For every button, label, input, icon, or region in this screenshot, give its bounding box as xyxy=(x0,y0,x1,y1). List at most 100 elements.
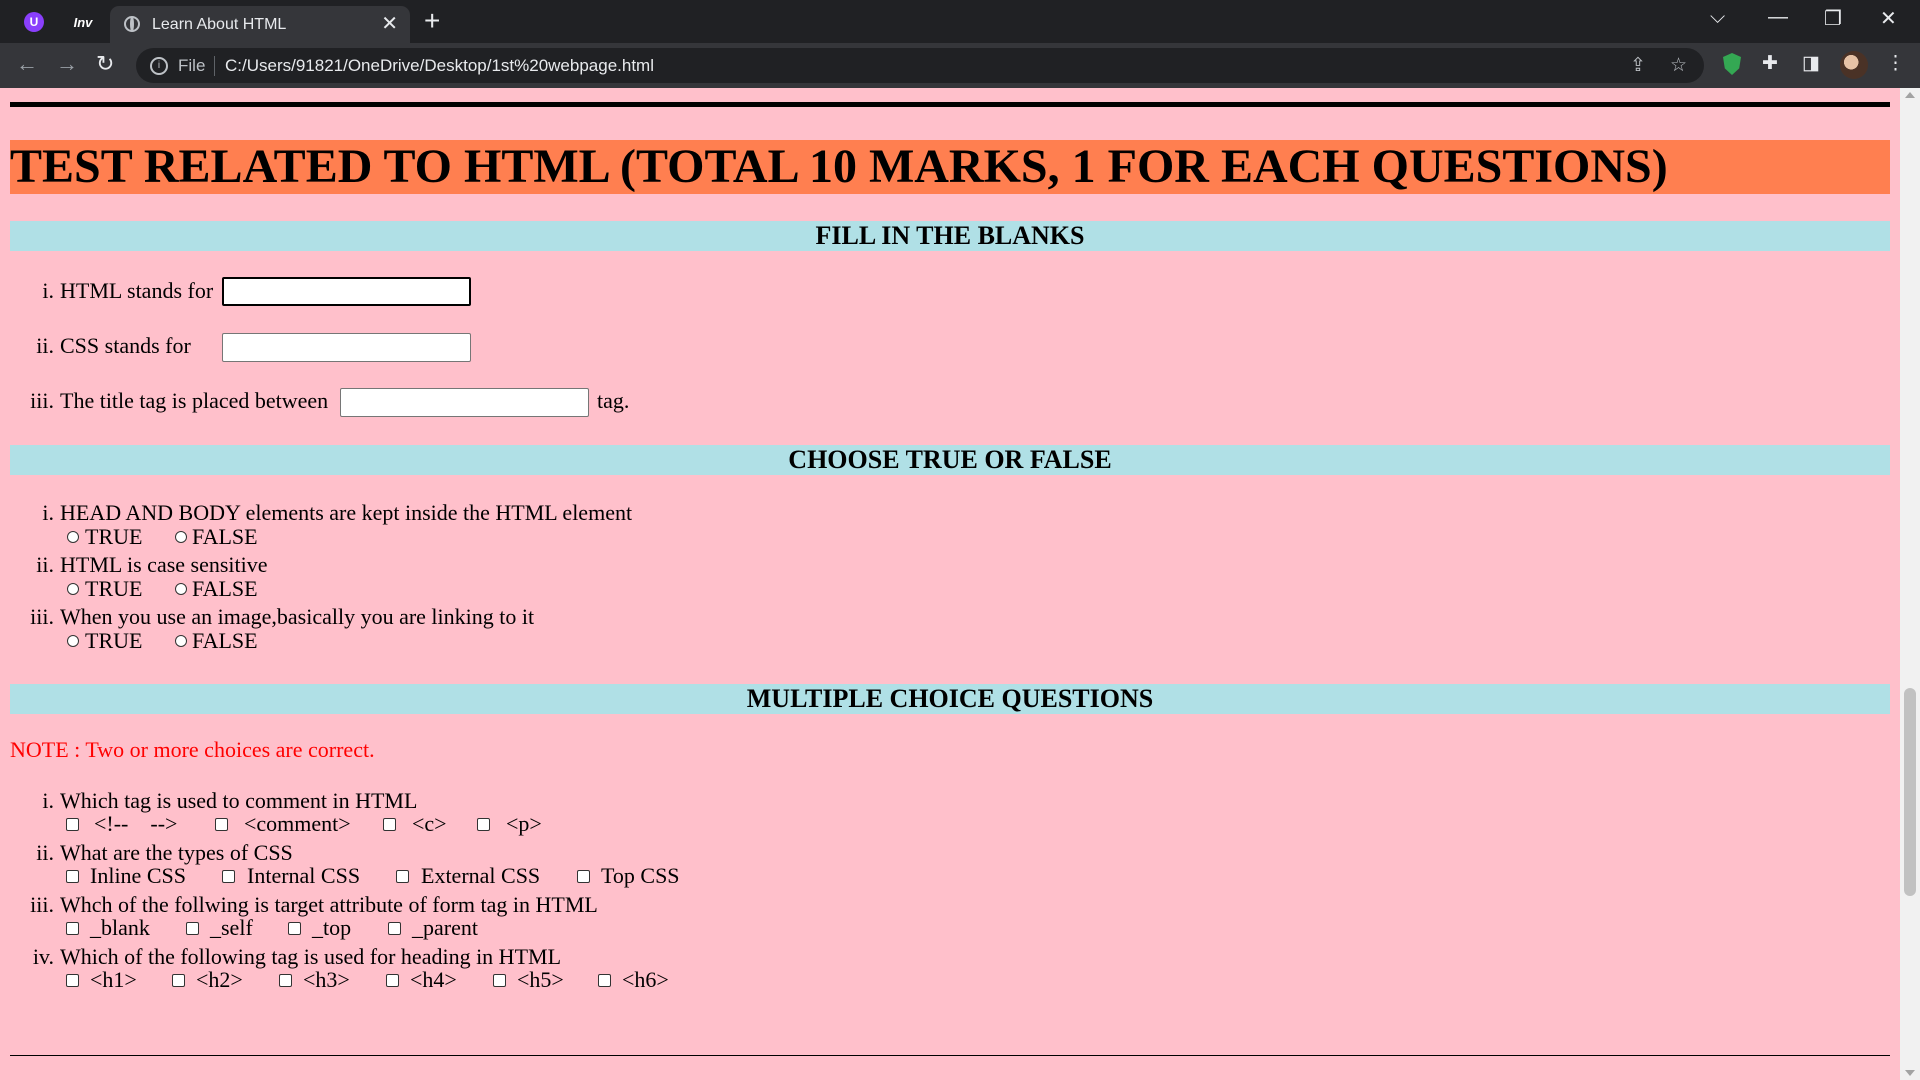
tab-bar: U Inv Learn About HTML ✕ + ⌵ — ❐ ✕ xyxy=(0,0,1920,43)
scroll-up-arrow-icon[interactable] xyxy=(1905,92,1915,98)
scrollbar-thumb[interactable] xyxy=(1904,688,1916,896)
page-content: TEST RELATED TO HTML (TOTAL 10 MARKS, 1 … xyxy=(0,88,1900,1080)
title-tag-placement-input[interactable] xyxy=(340,388,589,417)
mcq-q2-option-1-checkbox[interactable] xyxy=(66,870,79,883)
mcq-question-4: iv. Which of the following tag is used fo… xyxy=(32,944,562,969)
share-icon[interactable]: ⇪ xyxy=(1630,54,1646,77)
mcq-q1-option-4-checkbox[interactable] xyxy=(477,818,490,831)
mcq-q3-option-1-label: _blank xyxy=(90,915,150,940)
mcq-q4-option-1-checkbox[interactable] xyxy=(66,974,79,987)
new-tab-icon[interactable]: + xyxy=(424,7,440,35)
fill-question-3: iii. The title tag is placed between xyxy=(30,388,329,413)
tf-q3-true-label: TRUE xyxy=(85,628,143,653)
forward-icon[interactable]: → xyxy=(56,51,78,77)
html-stands-for-input[interactable] xyxy=(222,277,471,306)
fill-question-2: ii. CSS stands for xyxy=(36,333,191,358)
tf-q2-false-label: FALSE xyxy=(192,576,258,601)
mcq-q4-option-5-checkbox[interactable] xyxy=(493,974,506,987)
horizontal-rule-top xyxy=(10,102,1890,107)
mcq-note: NOTE : Two or more choices are correct. xyxy=(10,737,375,762)
menu-kebab-icon[interactable]: ⋮ xyxy=(1886,52,1905,75)
mcq-q4-option-2-label: <h2> xyxy=(196,967,243,992)
mcq-q3-option-2-checkbox[interactable] xyxy=(186,922,199,935)
mcq-q1-option-2-label: <comment> xyxy=(244,811,351,836)
close-tab-icon[interactable]: ✕ xyxy=(381,12,398,36)
mcq-q4-option-3-label: <h3> xyxy=(303,967,350,992)
mcq-q2-option-2-label: Internal CSS xyxy=(247,863,361,888)
profile-avatar[interactable] xyxy=(1840,51,1868,79)
mcq-q4-option-5-label: <h5> xyxy=(517,967,564,992)
browser-toolbar: ← → ↻ i File C:/Users/91821/OneDrive/Des… xyxy=(0,43,1920,88)
mcq-q2-option-2-checkbox[interactable] xyxy=(222,870,235,883)
tf-q2-false-radio[interactable] xyxy=(175,583,187,595)
tf-question-1: i. HEAD AND BODY elements are kept inside… xyxy=(42,500,633,525)
tf-question-3: iii. When you use an image,basically you … xyxy=(30,604,535,629)
tf-q3-false-radio[interactable] xyxy=(175,635,187,647)
mcq-q2-option-4-label: Top CSS xyxy=(601,863,680,888)
side-panel-icon[interactable]: ◨ xyxy=(1802,52,1820,75)
tf-question-2: ii. HTML is case sensitive xyxy=(36,552,268,577)
mcq-q1-option-2-checkbox[interactable] xyxy=(215,818,228,831)
css-stands-for-input[interactable] xyxy=(222,333,471,362)
minimize-icon[interactable]: — xyxy=(1768,6,1788,29)
tf-q1-false-label: FALSE xyxy=(192,524,258,549)
mcq-q1-option-4-label: <p> xyxy=(506,811,542,836)
shield-extension-icon[interactable] xyxy=(1723,53,1741,75)
mcq-q2-option-4-checkbox[interactable] xyxy=(577,870,590,883)
mcq-q3-option-2-label: _self xyxy=(210,915,253,940)
scroll-down-arrow-icon[interactable] xyxy=(1905,1070,1915,1076)
restore-icon[interactable]: ❐ xyxy=(1824,6,1842,31)
mcq-q2-option-1-label: Inline CSS xyxy=(90,863,186,888)
tf-q3-true-radio[interactable] xyxy=(67,635,79,647)
globe-icon xyxy=(124,16,140,32)
mcq-q3-option-4-label: _parent xyxy=(412,915,478,940)
tf-q3-false-label: FALSE xyxy=(192,628,258,653)
mcq-q1-option-1-label: <!-- --> xyxy=(94,811,178,836)
extensions-puzzle-icon[interactable]: ✚ xyxy=(1762,52,1778,75)
mcq-q4-option-4-label: <h4> xyxy=(410,967,457,992)
tab-search-icon[interactable]: ⌵ xyxy=(1710,6,1725,29)
reload-icon[interactable]: ↻ xyxy=(96,51,114,77)
extension-inv-icon[interactable]: Inv xyxy=(70,9,96,35)
mcq-q4-option-3-checkbox[interactable] xyxy=(279,974,292,987)
mcq-heading: MULTIPLE CHOICE QUESTIONS xyxy=(10,684,1890,714)
mcq-q4-option-2-checkbox[interactable] xyxy=(172,974,185,987)
tf-q2-true-radio[interactable] xyxy=(67,583,79,595)
horizontal-rule-bottom xyxy=(10,1055,1890,1056)
active-tab[interactable]: Learn About HTML ✕ xyxy=(110,6,410,43)
mcq-q2-option-3-checkbox[interactable] xyxy=(396,870,409,883)
mcq-q4-option-6-label: <h6> xyxy=(622,967,669,992)
tab-title: Learn About HTML xyxy=(152,16,287,33)
mcq-q3-option-4-checkbox[interactable] xyxy=(388,922,401,935)
tf-q1-false-radio[interactable] xyxy=(175,531,187,543)
fill-question-1: i. HTML stands for xyxy=(42,278,214,303)
tf-q1-true-label: TRUE xyxy=(85,524,143,549)
page-scrollbar[interactable] xyxy=(1900,88,1920,1080)
mcq-q2-option-3-label: External CSS xyxy=(421,863,541,888)
tf-q2-true-label: TRUE xyxy=(85,576,143,601)
info-icon[interactable]: i xyxy=(150,57,168,75)
mcq-q1-option-1-checkbox[interactable] xyxy=(66,818,79,831)
mcq-q4-option-1-label: <h1> xyxy=(90,967,137,992)
mcq-q4-option-4-checkbox[interactable] xyxy=(386,974,399,987)
tf-q1-true-radio[interactable] xyxy=(67,531,79,543)
fill-question-3-suffix: tag. xyxy=(597,388,630,413)
address-separator xyxy=(214,56,215,76)
url-text[interactable]: C:/Users/91821/OneDrive/Desktop/1st%20we… xyxy=(225,56,654,76)
mcq-q1-option-3-label: <c> xyxy=(412,811,447,836)
address-bar[interactable]: i File C:/Users/91821/OneDrive/Desktop/1… xyxy=(136,48,1704,83)
mcq-q4-option-6-checkbox[interactable] xyxy=(598,974,611,987)
mcq-q3-option-3-label: _top xyxy=(312,915,352,940)
mcq-question-1: i. Which tag is used to comment in HTML xyxy=(42,788,418,813)
file-label: File xyxy=(178,56,206,75)
mcq-q3-option-1-checkbox[interactable] xyxy=(66,922,79,935)
extension-u-icon[interactable]: U xyxy=(21,9,47,35)
close-window-icon[interactable]: ✕ xyxy=(1880,6,1897,31)
test-title: TEST RELATED TO HTML (TOTAL 10 MARKS, 1 … xyxy=(10,140,1890,194)
bookmark-star-icon[interactable]: ☆ xyxy=(1670,54,1687,77)
fill-blanks-heading: FILL IN THE BLANKS xyxy=(10,221,1890,251)
back-icon[interactable]: ← xyxy=(16,51,38,77)
mcq-q1-option-3-checkbox[interactable] xyxy=(383,818,396,831)
true-false-heading: CHOOSE TRUE OR FALSE xyxy=(10,445,1890,475)
mcq-q3-option-3-checkbox[interactable] xyxy=(288,922,301,935)
